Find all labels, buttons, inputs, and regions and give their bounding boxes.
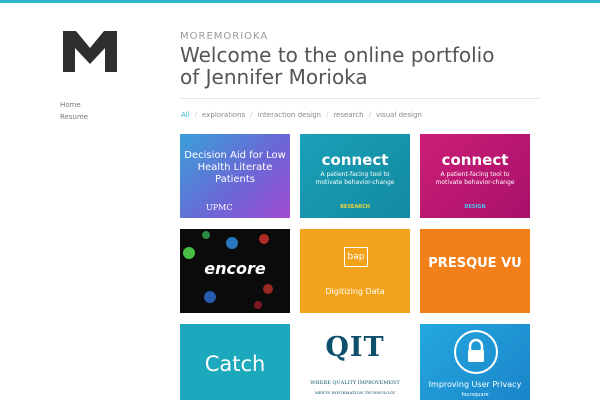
tile-title: Digitizing Data: [325, 287, 385, 296]
portfolio-tile-qit[interactable]: QIT WHERE QUALITY IMPROVEMENT MEETS INFO…: [300, 324, 410, 400]
filter-visual-design[interactable]: visual design: [376, 111, 422, 119]
tile-title: connect: [441, 151, 509, 169]
foursquare-brand: foursquare: [461, 392, 489, 398]
tile-subtitle: WHERE QUALITY IMPROVEMENT: [310, 380, 400, 386]
nav-resume-link[interactable]: Resume: [60, 111, 88, 123]
filter-explorations[interactable]: explorations: [202, 111, 245, 119]
portfolio-tile-decision-aid[interactable]: Decision Aid for Low Health Literate Pat…: [180, 134, 290, 218]
portfolio-tile-encore[interactable]: encore: [180, 229, 290, 313]
portfolio-filter-bar: All / explorations / interaction design / rese…: [181, 111, 422, 119]
tile-subtitle: A patient-facing tool to motivate behavi…: [435, 171, 515, 186]
portfolio-tile-connect-design[interactable]: connect A patient-facing tool to motivat…: [420, 134, 530, 218]
filter-research[interactable]: research: [333, 111, 363, 119]
top-accent-bar: [0, 0, 600, 3]
portfolio-tile-connect-research[interactable]: connect A patient-facing tool to motivat…: [300, 134, 410, 218]
tile-tag: RESEARCH: [340, 204, 370, 210]
filter-separator: /: [194, 111, 198, 119]
portfolio-tile-catch[interactable]: Catch: [180, 324, 290, 400]
portfolio-tile-user-privacy[interactable]: Improving User Privacy foursquare: [420, 324, 530, 400]
portfolio-tile-presque-vu[interactable]: PRESQUE VU: [420, 229, 530, 313]
tile-tag: DESIGN: [464, 204, 486, 210]
site-name: MOREMORIOKA: [180, 31, 269, 42]
tile-title: PRESQUE VU: [428, 256, 522, 271]
tile-title: Decision Aid for Low Health Literate Pat…: [184, 150, 286, 185]
qit-logo: QIT: [325, 332, 385, 363]
bap-logo: bap: [344, 247, 368, 267]
m-logo-icon: [63, 31, 117, 72]
lock-circle: [454, 330, 498, 374]
tile-title: connect: [321, 151, 389, 169]
filter-interaction-design[interactable]: interaction design: [258, 111, 321, 119]
filter-separator: /: [325, 111, 329, 119]
tile-title: encore: [204, 259, 266, 278]
tile-subtitle-2: MEETS INFORMATION TECHNOLOGY: [314, 390, 396, 395]
site-logo[interactable]: [63, 31, 117, 72]
tile-title: Improving User Privacy: [428, 380, 522, 389]
filter-all[interactable]: All: [181, 111, 190, 119]
upmc-logo: UPMC: [206, 203, 233, 212]
tile-subtitle: A patient-facing tool to motivate behavi…: [315, 171, 395, 186]
tile-title: Catch: [204, 352, 266, 376]
header-divider: [180, 98, 540, 99]
lock-icon: [468, 338, 484, 362]
page-headline: Welcome to the online portfolio of Jenni…: [180, 43, 495, 89]
filter-separator: /: [368, 111, 371, 119]
filter-separator: /: [250, 111, 253, 119]
nav-home-link[interactable]: Home: [60, 99, 88, 111]
portfolio-tile-digitizing-data[interactable]: bap Digitizing Data: [300, 229, 410, 313]
side-nav: Home Resume: [60, 99, 88, 123]
